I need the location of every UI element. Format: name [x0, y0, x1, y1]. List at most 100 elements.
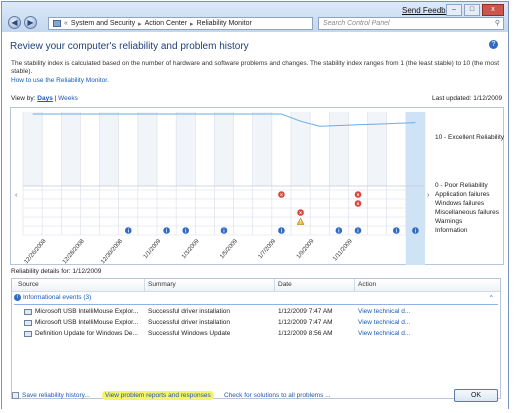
row-source: Microsoft USB IntelliMouse Explor...: [35, 319, 139, 326]
search-icon[interactable]: ⚲: [495, 18, 500, 29]
minimize-button[interactable]: –: [446, 4, 462, 16]
view-by-days[interactable]: Days: [37, 95, 53, 102]
save-icon: [12, 392, 19, 399]
row-source: Definition Update for Windows De...: [35, 330, 138, 337]
row-action-link[interactable]: View technical d...: [358, 330, 410, 337]
save-history-link[interactable]: Save reliability history...: [22, 392, 90, 399]
legend-windows-failures: Windows failures: [435, 200, 485, 207]
forward-button[interactable]: ▶: [24, 16, 37, 29]
column-header-source[interactable]: Source: [18, 281, 39, 288]
main-content: Review your computer's reliability and p…: [2, 32, 508, 410]
back-button[interactable]: ◀: [8, 16, 21, 29]
table-row[interactable]: Microsoft USB IntelliMouse Explor... Suc…: [12, 318, 500, 329]
column-header-summary[interactable]: Summary: [148, 281, 176, 288]
page-description: The stability index is calculated based …: [11, 60, 500, 75]
x-tick-label: 1/11/2009: [332, 238, 354, 262]
view-problem-reports-link[interactable]: View problem reports and responses: [102, 391, 214, 400]
update-icon: [24, 331, 32, 337]
address-bar[interactable]: « System and Security ▸ Action Center ▸ …: [48, 17, 313, 30]
column-divider[interactable]: [274, 279, 275, 291]
row-summary: Successful driver installation: [148, 308, 231, 315]
view-by-label: View by:: [11, 95, 36, 102]
selected-day-column: [405, 112, 425, 265]
scroll-right-arrow-icon[interactable]: ›: [427, 192, 429, 199]
breadcrumb-item[interactable]: System and Security: [71, 20, 135, 27]
breadcrumb-item[interactable]: Action Center: [145, 20, 187, 27]
day-column: [252, 112, 272, 186]
row-action-link[interactable]: View technical d...: [358, 319, 410, 326]
event-glyph: ×: [357, 193, 360, 199]
info-icon: i: [14, 294, 21, 301]
table-header: Source Summary Date Action: [12, 279, 500, 292]
ylabel-bottom: 0 - Poor Reliability: [435, 182, 488, 189]
details-table: Source Summary Date Action i Informationa…: [11, 278, 501, 399]
row-date: 1/12/2009 7:47 AM: [278, 319, 333, 326]
close-button[interactable]: x: [482, 4, 504, 16]
reliability-chart-svg: × ×××!i i i i i i i i i12/26/2008 12/28/2008 12/30/…: [22, 112, 426, 265]
day-column: [99, 112, 119, 186]
column-divider[interactable]: [144, 279, 145, 291]
reliability-monitor-window: Send Feedback – □ x ◀ ▶ « System and Sec…: [1, 1, 509, 410]
x-tick-label: 1/9/2009: [296, 238, 316, 260]
day-column: [137, 112, 157, 186]
x-tick-label: 1/7/2009: [258, 238, 278, 260]
x-tick-label: 1/3/2009: [181, 238, 201, 260]
title-bar: Send Feedback – □ x ◀ ▶ « System and Sec…: [2, 2, 508, 32]
group-label: Informational events (3): [23, 294, 92, 302]
row-summary: Successful driver installation: [148, 319, 231, 326]
column-header-action[interactable]: Action: [358, 281, 376, 288]
event-glyph: ×: [299, 211, 302, 217]
legend-information: Information: [435, 227, 468, 234]
driver-icon: [24, 320, 32, 326]
row-date: 1/12/2009 7:47 AM: [278, 308, 333, 315]
breadcrumb-separator-icon: «: [64, 20, 68, 27]
maximize-button[interactable]: □: [464, 4, 480, 16]
day-column: [176, 112, 196, 186]
table-row[interactable]: Microsoft USB IntelliMouse Explor... Suc…: [12, 307, 500, 318]
legend-warnings: Warnings: [435, 218, 463, 225]
column-header-date[interactable]: Date: [278, 281, 292, 288]
x-tick-label: 1/5/2009: [219, 238, 239, 260]
ylabel-top: 10 - Excellent Reliability: [435, 134, 505, 141]
day-column: [61, 112, 81, 186]
legend-application-failures: Application failures: [435, 191, 490, 198]
day-column: [23, 112, 43, 186]
control-panel-icon: [53, 20, 61, 27]
chevron-right-icon: ▸: [190, 20, 194, 28]
how-to-link[interactable]: How to use the Reliability Monitor.: [11, 77, 109, 84]
x-tick-label: 12/30/2008: [100, 238, 124, 265]
search-input[interactable]: Search Control Panel ⚲: [318, 17, 504, 30]
reliability-chart[interactable]: × × × ×! i i i i i i i i i 12/26/2008 12/28/2008 12/30/…: [10, 107, 504, 265]
check-solutions-link[interactable]: Check for solutions to all problems ...: [224, 392, 331, 399]
help-icon[interactable]: ?: [489, 40, 498, 49]
row-action-link[interactable]: View technical d...: [358, 308, 410, 315]
table-row[interactable]: Definition Update for Windows De... Succ…: [12, 329, 500, 340]
ok-button[interactable]: OK: [454, 389, 498, 402]
column-divider[interactable]: [354, 279, 355, 291]
view-by-selector: View by: Days | Weeks: [11, 95, 78, 102]
row-summary: Successful Windows Update: [148, 330, 231, 337]
breadcrumb-item[interactable]: Reliability Monitor: [197, 20, 252, 27]
legend-miscellaneous-failures: Miscellaneous failures: [435, 209, 499, 216]
event-glyph: ×: [280, 193, 283, 199]
search-placeholder: Search Control Panel: [323, 20, 390, 27]
x-tick-label: 1/1/2009: [143, 238, 163, 260]
group-informational-events[interactable]: i Informational events (3) ⌃: [14, 294, 498, 305]
details-label: Reliability details for: 1/12/2009: [11, 268, 102, 275]
window-controls: – □ x: [446, 4, 504, 16]
day-column: [329, 112, 349, 186]
last-updated: Last updated: 1/12/2009: [432, 95, 503, 102]
day-column: [367, 112, 387, 186]
chevron-right-icon: ▸: [138, 20, 142, 28]
row-source: Microsoft USB IntelliMouse Explor...: [35, 308, 139, 315]
event-glyph: ×: [357, 202, 360, 208]
view-by-separator: |: [54, 95, 57, 102]
day-column: [214, 112, 234, 186]
collapse-chevron-icon[interactable]: ⌃: [489, 294, 494, 302]
x-tick-label: 12/28/2008: [62, 238, 86, 265]
scroll-left-arrow-icon[interactable]: ‹: [15, 192, 17, 199]
x-tick-label: 12/26/2008: [24, 238, 48, 265]
page-title: Review your computer's reliability and p…: [10, 41, 249, 52]
row-date: 1/12/2009 8:56 AM: [278, 330, 333, 337]
view-by-weeks[interactable]: Weeks: [58, 95, 78, 102]
